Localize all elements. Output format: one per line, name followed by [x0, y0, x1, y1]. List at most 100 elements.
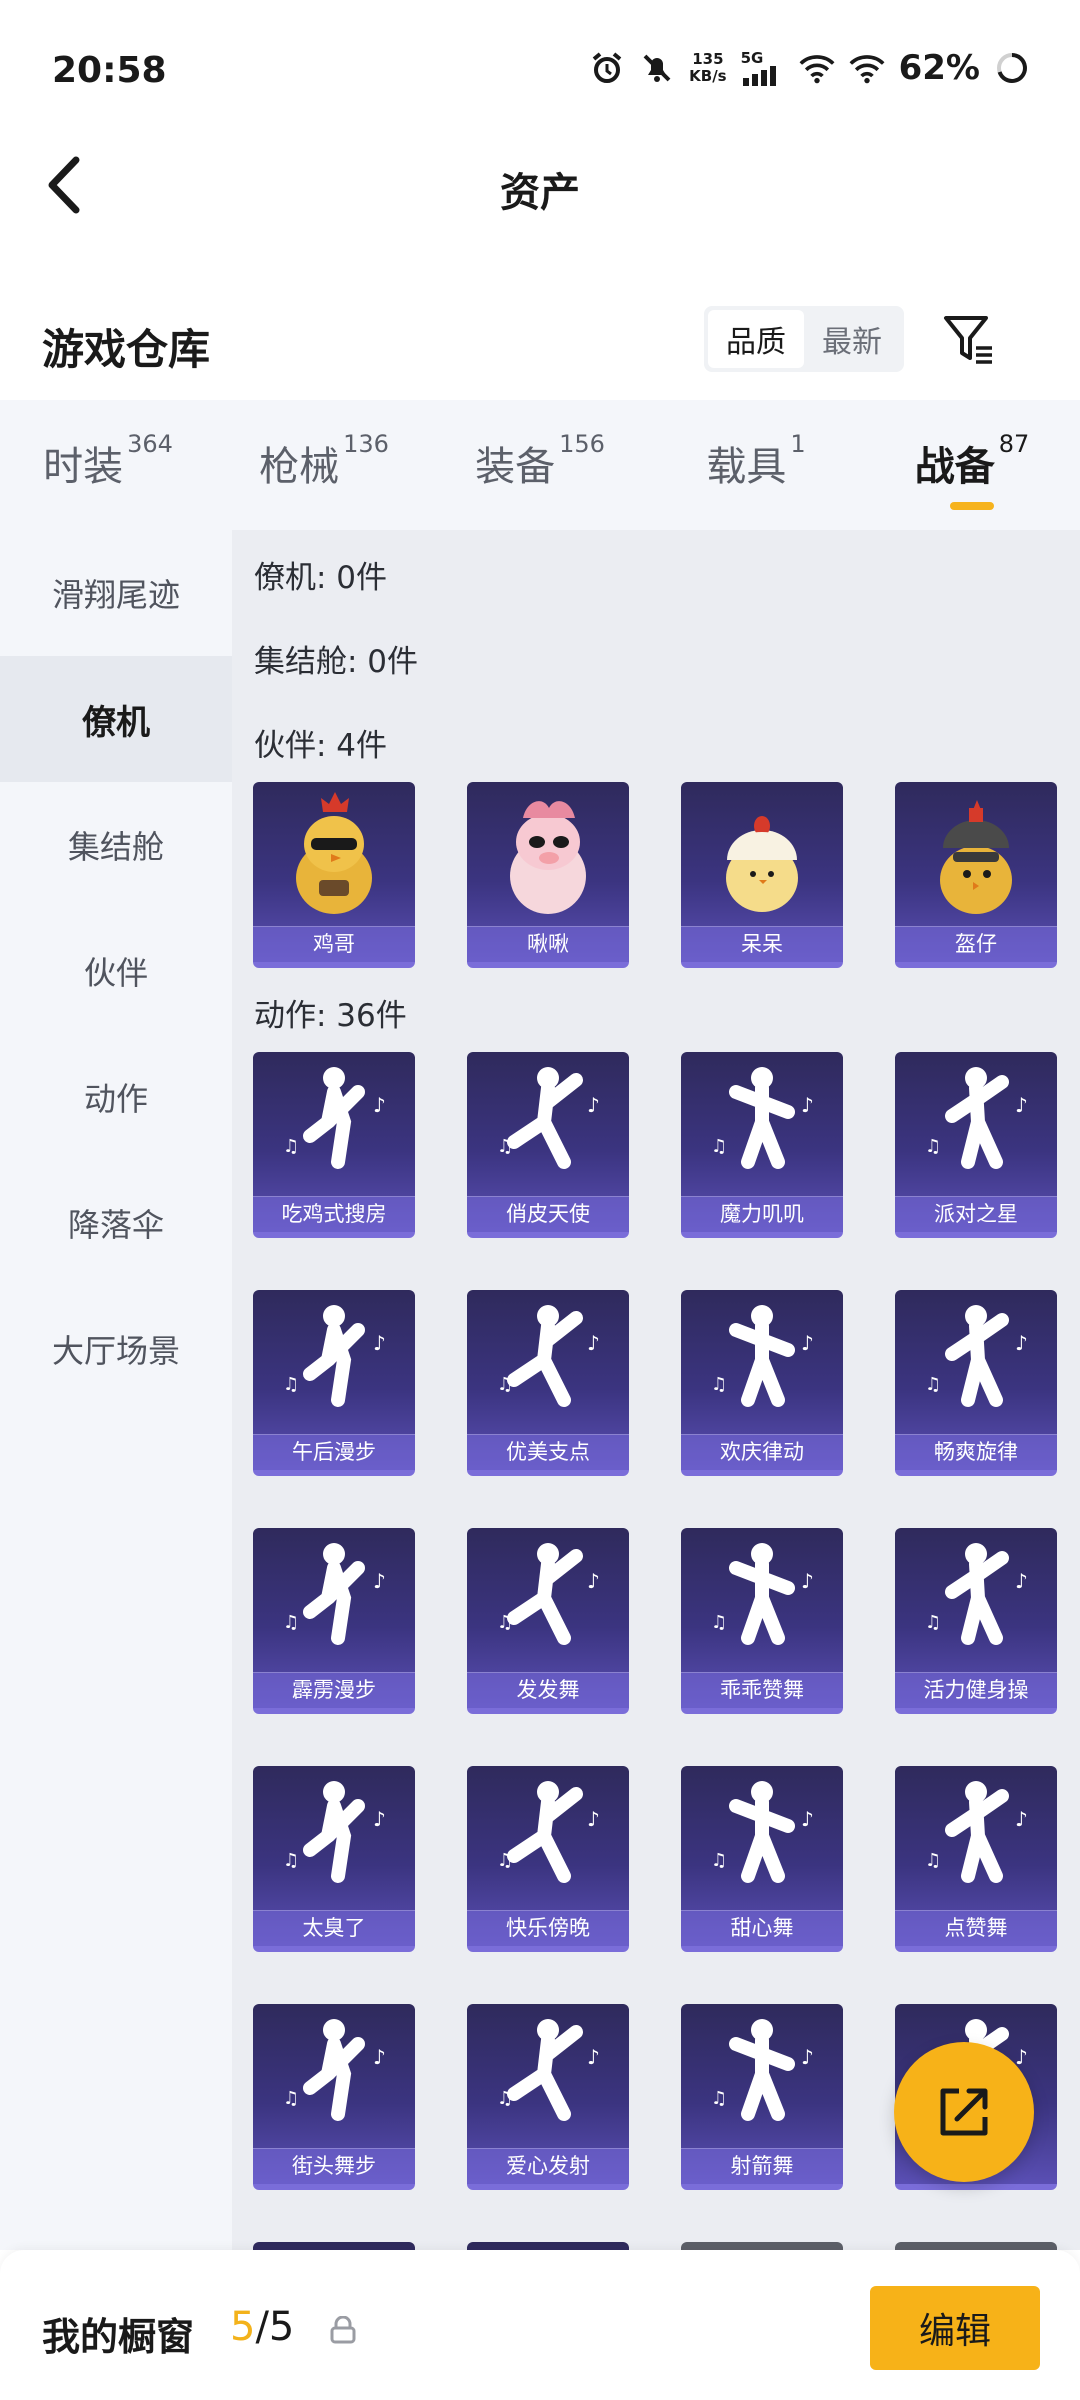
emote-card[interactable]: ♪ ♫ 优美支点	[467, 1290, 629, 1476]
sidebar-item-glide-trail[interactable]: 滑翔尾迹	[0, 530, 232, 656]
edit-button[interactable]: 编辑	[870, 2286, 1040, 2370]
tab-weapons[interactable]: 枪械 136	[216, 400, 432, 530]
section-title-wingman: 僚机: 0件	[254, 560, 388, 596]
sidebar-item-companion[interactable]: 伙伴	[0, 908, 232, 1034]
tab-count: 87	[998, 430, 1030, 458]
dance-figure-image: ♪♫	[283, 1543, 386, 1645]
emote-card[interactable]	[681, 2242, 843, 2250]
emote-card[interactable]: ♪ ♫ 午后漫步	[253, 1290, 415, 1476]
section-title-companion: 伙伴: 4件	[254, 728, 388, 764]
svg-text:♫: ♫	[925, 1612, 941, 1633]
emote-card[interactable]: ♪ ♫ 活力健身操	[895, 1528, 1057, 1714]
dance-figure-image: ♪♫	[283, 2019, 386, 2121]
showcase-total: /5	[255, 2304, 295, 2350]
share-icon	[940, 2088, 988, 2136]
svg-text:♪: ♪	[1015, 1569, 1028, 1593]
filter-icon	[944, 316, 992, 364]
emote-card[interactable]: ♪ ♫ 甜心舞	[681, 1766, 843, 1952]
sidebar-item-emote[interactable]: 动作	[0, 1034, 232, 1160]
tab-equipment[interactable]: 装备 156	[432, 400, 648, 530]
companion-card[interactable]: 呆呆	[681, 782, 843, 968]
jiujiu-image	[510, 801, 586, 914]
wifi-icon	[849, 50, 885, 86]
emote-card[interactable]: ♪ ♫ 发发舞	[467, 1528, 629, 1714]
mute-bell-icon	[639, 50, 675, 86]
dance-figure-image: ♪♫	[711, 1781, 814, 1883]
filter-button[interactable]	[940, 310, 1000, 370]
dance-figure-image: ♪♫	[497, 1543, 600, 1645]
showcase-count: 5/5	[230, 2304, 294, 2350]
dance-figure-image: ♪♫	[925, 1067, 1028, 1169]
emote-name: 街头舞步	[253, 2148, 415, 2184]
tab-vehicles[interactable]: 载具 1	[648, 400, 864, 530]
tab-count: 364	[127, 430, 173, 458]
battery-ring-icon	[994, 50, 1030, 86]
emote-name: 吃鸡式搜房	[253, 1196, 415, 1232]
emote-card[interactable]: ♪ ♫ 畅爽旋律	[895, 1290, 1057, 1476]
tab-count: 1	[790, 430, 806, 458]
emote-card[interactable]: ♪ ♫ 魔力叽叽	[681, 1052, 843, 1238]
emote-card[interactable]: ♪ ♫ 吃鸡式搜房	[253, 1052, 415, 1238]
svg-text:♫: ♫	[711, 2088, 727, 2109]
svg-text:♪: ♪	[373, 1569, 386, 1593]
emote-card[interactable]: ♪ ♫ 乖乖赞舞	[681, 1528, 843, 1714]
svg-text:♪: ♪	[801, 1807, 814, 1831]
svg-text:♫: ♫	[711, 1850, 727, 1871]
tab-label: 枪械	[259, 444, 340, 490]
dance-figure-image: ♪♫	[711, 1305, 814, 1407]
tab-war-gear[interactable]: 战备 87	[864, 400, 1080, 530]
emote-card[interactable]: ♪ ♫ 快乐傍晚	[467, 1766, 629, 1952]
svg-text:♫: ♫	[497, 1612, 513, 1633]
svg-text:♪: ♪	[587, 1569, 600, 1593]
svg-text:♪: ♪	[1015, 1807, 1028, 1831]
dance-figure-image: ♪♫	[711, 1067, 814, 1169]
svg-text:♪: ♪	[1015, 1331, 1028, 1355]
sidebar-item-wingman[interactable]: 僚机	[0, 656, 232, 782]
dance-figure-image: ♪♫	[283, 1067, 386, 1169]
emote-card[interactable]: ♪ ♫ 俏皮天使	[467, 1052, 629, 1238]
svg-text:♪: ♪	[587, 1093, 600, 1117]
emote-card[interactable]: ♪ ♫ 爱心发射	[467, 2004, 629, 2190]
emote-card[interactable]	[467, 2242, 629, 2250]
companion-card[interactable]: 鸡哥	[253, 782, 415, 968]
showcase-label: 我的橱窗	[42, 2315, 195, 2359]
emote-card[interactable]	[253, 2242, 415, 2250]
sort-by-newest[interactable]: 最新	[804, 310, 900, 368]
companion-card[interactable]: 盔仔	[895, 782, 1057, 968]
dance-figure-image: ♪♫	[497, 1781, 600, 1883]
svg-text:♪: ♪	[801, 1569, 814, 1593]
sidebar-item-parachute[interactable]: 降落伞	[0, 1160, 232, 1286]
emote-name: 太臭了	[253, 1910, 415, 1946]
svg-text:♫: ♫	[283, 2088, 299, 2109]
dance-figure-image: ♪♫	[925, 1543, 1028, 1645]
warehouse-title: 游戏仓库	[42, 325, 211, 374]
emote-name: 爱心发射	[467, 2148, 629, 2184]
svg-text:♫: ♫	[711, 1136, 727, 1157]
daidai-image	[726, 816, 798, 912]
emote-card[interactable]: ♪ ♫ 点赞舞	[895, 1766, 1057, 1952]
emote-name: 快乐傍晚	[467, 1910, 629, 1946]
sidebar-item-lobby-scene[interactable]: 大厅场景	[0, 1286, 232, 1412]
sort-by-quality[interactable]: 品质	[708, 310, 804, 368]
emote-name: 优美支点	[467, 1434, 629, 1470]
emote-card[interactable]: ♪ ♫ 街头舞步	[253, 2004, 415, 2190]
emote-card[interactable]: ♪ ♫ 霹雳漫步	[253, 1528, 415, 1714]
tab-fashion[interactable]: 时装 364	[0, 400, 216, 530]
cellular-signal-icon: 5G	[741, 50, 785, 86]
battery-percent: 62%	[898, 48, 980, 88]
emote-card[interactable]: ♪ ♫ 欢庆律动	[681, 1290, 843, 1476]
emote-card[interactable]: ♪ ♫ 射箭舞	[681, 2004, 843, 2190]
content-panel: 僚机: 0件 集结舱: 0件 伙伴: 4件 鸡哥 啾啾 呆呆 盔仔 动作: 36…	[232, 530, 1080, 2250]
svg-text:♫: ♫	[283, 1612, 299, 1633]
emote-card[interactable]	[895, 2242, 1057, 2250]
companion-card[interactable]: 啾啾	[467, 782, 629, 968]
sidebar-item-capsule[interactable]: 集结舱	[0, 782, 232, 908]
section-title-capsule: 集结舱: 0件	[254, 644, 419, 680]
dance-figure-image: ♪♫	[497, 2019, 600, 2121]
share-button[interactable]	[894, 2042, 1034, 2182]
tab-label: 装备	[475, 444, 556, 490]
chicken-brother-image	[296, 792, 372, 914]
emote-card[interactable]: ♪ ♫ 派对之星	[895, 1052, 1057, 1238]
emote-name: 点赞舞	[895, 1910, 1057, 1946]
emote-card[interactable]: ♪ ♫ 太臭了	[253, 1766, 415, 1952]
